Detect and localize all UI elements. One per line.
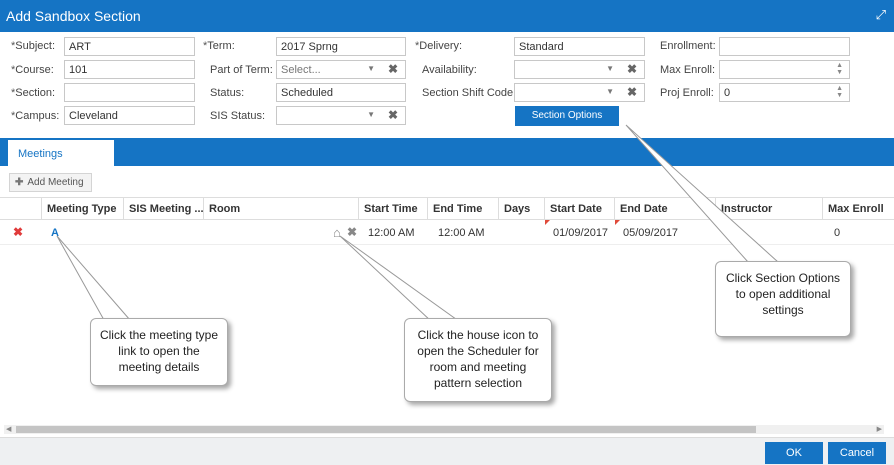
start-time-cell: 12:00 AM	[368, 227, 415, 239]
course-label: *Course:	[11, 64, 54, 76]
proj-enroll-field[interactable]: 0 ▲ ▼	[719, 83, 850, 102]
enrollment-label: Enrollment:	[660, 40, 716, 52]
sis-status-select[interactable]: ▼ ✖	[276, 106, 406, 125]
delivery-label: *Delivery:	[415, 40, 463, 52]
section-field[interactable]	[64, 83, 195, 102]
add-meeting-button[interactable]: ✚ Add Meeting	[9, 173, 92, 192]
callout-house-icon: Click the house icon to open the Schedul…	[404, 318, 552, 402]
scroll-right-icon[interactable]: ▶	[877, 425, 882, 433]
campus-label: *Campus:	[11, 110, 60, 122]
add-meeting-label: Add Meeting	[27, 177, 84, 188]
clear-icon[interactable]: ✖	[388, 62, 398, 76]
column-header-end-time[interactable]: End Time	[427, 198, 498, 220]
tab-meetings[interactable]: Meetings	[8, 140, 114, 166]
campus-field[interactable]: Cleveland	[64, 106, 195, 125]
sis-status-label: SIS Status:	[210, 110, 266, 122]
end-time-cell: 12:00 AM	[438, 227, 485, 239]
subject-label: *Subject:	[11, 40, 56, 52]
column-header-start-date[interactable]: Start Date	[544, 198, 614, 220]
clear-icon[interactable]: ✖	[627, 62, 637, 76]
availability-label: Availability:	[422, 64, 477, 76]
expand-icon[interactable]: ⤢	[876, 7, 886, 23]
delivery-field[interactable]: Standard	[514, 37, 645, 56]
cancel-button[interactable]: Cancel	[828, 442, 886, 464]
part-of-term-select[interactable]: Select... ▼ ✖	[276, 60, 406, 79]
term-field[interactable]: 2017 Sprng	[276, 37, 406, 56]
meetings-toolbar: ✚ Add Meeting	[0, 166, 894, 196]
room-cell	[208, 220, 218, 244]
horizontal-scrollbar[interactable]: ◀ ▶	[4, 425, 884, 434]
column-header-instructor[interactable]: Instructor	[715, 198, 822, 220]
table-row: ✖ A ⌂ ✖ 12:00 AM 12:00 AM 01/09/2017 05/…	[0, 220, 894, 245]
chevron-down-icon: ▼	[367, 110, 375, 119]
sis-meeting-cell	[128, 220, 138, 244]
section-options-button[interactable]: Section Options	[515, 106, 619, 126]
availability-select[interactable]: ▼ ✖	[514, 60, 645, 79]
callout-section-options: Click Section Options to open additional…	[715, 261, 851, 337]
status-label: Status:	[210, 87, 245, 99]
max-enroll-field[interactable]: ▲ ▼	[719, 60, 850, 79]
spinner-icon[interactable]: ▲ ▼	[836, 85, 843, 99]
clear-icon[interactable]: ✖	[388, 108, 398, 122]
part-of-term-label: Part of Term:	[210, 64, 273, 76]
delete-icon[interactable]: ✖	[8, 220, 28, 244]
section-label: *Section:	[11, 87, 56, 99]
clear-icon[interactable]: ✖	[627, 85, 637, 99]
section-shift-code-select[interactable]: ▼ ✖	[514, 83, 645, 102]
grid-header: Meeting Type SIS Meeting ... Room Start …	[0, 197, 894, 220]
days-cell	[503, 220, 513, 244]
column-header-max-enroll[interactable]: Max Enroll	[822, 198, 894, 220]
callout-meeting-type: Click the meeting type link to open the …	[90, 318, 228, 386]
spinner-icon[interactable]: ▲ ▼	[836, 62, 843, 76]
proj-enroll-label: Proj Enroll:	[660, 87, 714, 99]
start-date-cell: 01/09/2017	[553, 227, 609, 239]
course-field[interactable]: 101	[64, 60, 195, 79]
dialog-footer: OK Cancel	[0, 437, 894, 465]
column-header-meeting-type[interactable]: Meeting Type	[41, 198, 123, 220]
ok-button[interactable]: OK	[765, 442, 823, 464]
section-shift-code-label: Section Shift Code:	[422, 87, 517, 99]
scroll-left-icon[interactable]: ◀	[6, 425, 11, 433]
max-enroll-label: Max Enroll:	[660, 64, 716, 76]
column-header-days[interactable]: Days	[498, 198, 544, 220]
plus-icon: ✚	[15, 177, 24, 188]
enrollment-field[interactable]	[719, 37, 850, 56]
status-field[interactable]: Scheduled	[276, 83, 406, 102]
column-header-end-date[interactable]: End Date	[614, 198, 715, 220]
proj-enroll-value: 0	[724, 87, 731, 99]
dialog-title: Add Sandbox Section	[6, 8, 141, 24]
column-header-room[interactable]: Room	[203, 198, 358, 220]
instructor-cell	[720, 220, 730, 244]
part-of-term-value: Select...	[281, 64, 321, 76]
dialog-titlebar: Add Sandbox Section ⤢	[0, 0, 894, 32]
chevron-down-icon: ▼	[367, 64, 375, 73]
scrollbar-thumb[interactable]	[16, 426, 756, 433]
subject-field[interactable]: ART	[64, 37, 195, 56]
term-label: *Term:	[203, 40, 235, 52]
max-enroll-cell: 0	[834, 227, 841, 239]
meeting-type-link[interactable]: A	[46, 220, 64, 244]
end-date-cell: 05/09/2017	[623, 227, 679, 239]
tab-bar: Meetings	[0, 138, 894, 166]
column-header-start-time[interactable]: Start Time	[358, 198, 427, 220]
chevron-down-icon: ▼	[606, 87, 614, 96]
clear-room-icon[interactable]: ✖	[342, 220, 362, 244]
chevron-down-icon: ▼	[606, 64, 614, 73]
column-header-sis-meeting[interactable]: SIS Meeting ...	[123, 198, 203, 220]
